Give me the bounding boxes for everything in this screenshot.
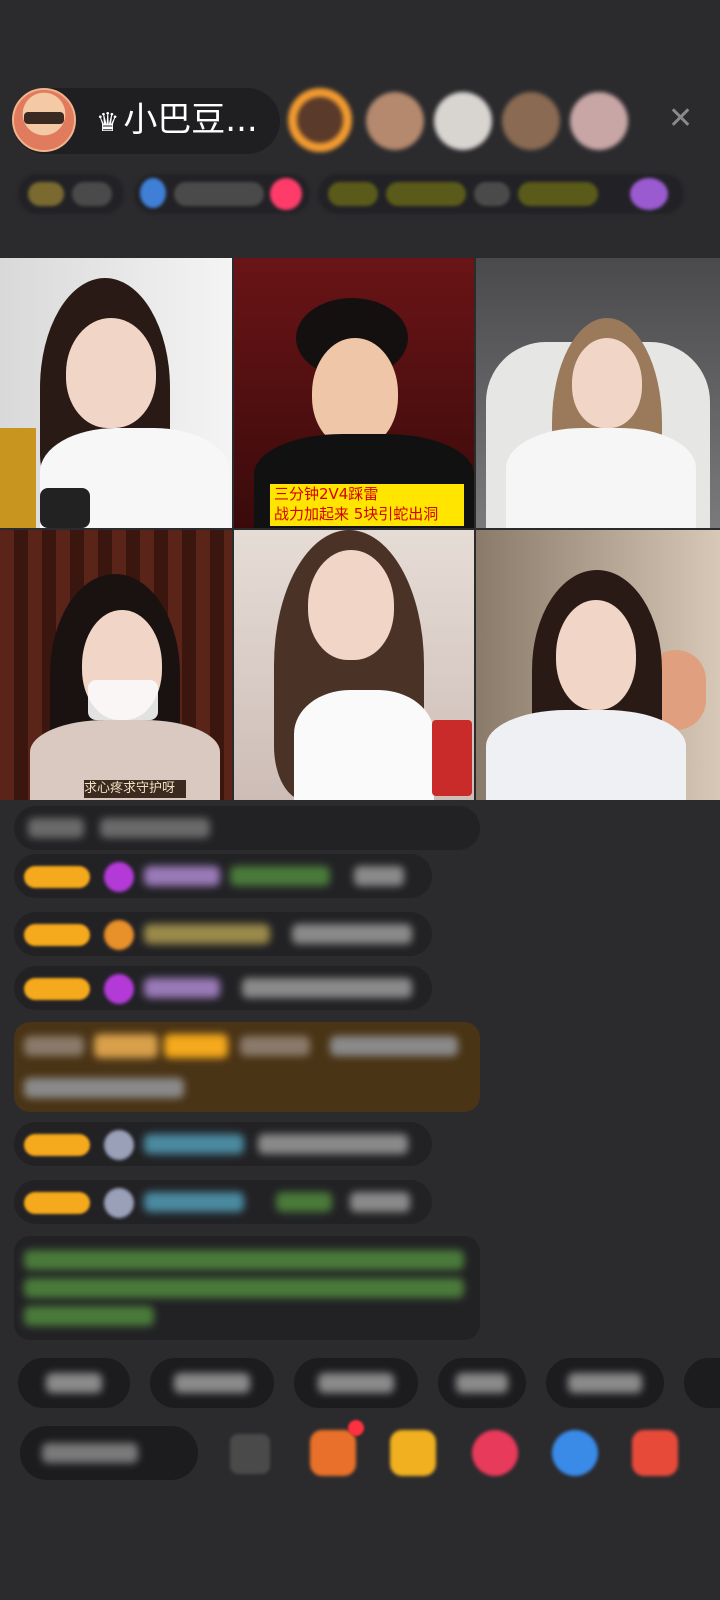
message-text [230, 866, 330, 886]
game-icon[interactable] [552, 1430, 598, 1476]
message-text [276, 1192, 332, 1212]
level-badge [24, 1192, 90, 1214]
avatar-icon [104, 1188, 134, 1218]
quick-reply-chip[interactable] [18, 1358, 130, 1408]
chat-highlight-message[interactable] [14, 1022, 480, 1112]
badge-icon [104, 920, 134, 950]
viewer-avatar-3[interactable] [434, 92, 492, 150]
level-badge [24, 1134, 90, 1156]
username [144, 1134, 244, 1154]
notification-dot [348, 1420, 364, 1436]
chip-icon [140, 178, 166, 208]
heart-gift-icon[interactable] [472, 1430, 518, 1476]
avatar-glasses-icon [24, 112, 64, 124]
level-badge [24, 924, 90, 946]
notice-text [24, 1278, 464, 1298]
quick-reply-chip[interactable] [438, 1358, 526, 1408]
diamond-icon [104, 974, 134, 1004]
chat-input-placeholder [42, 1443, 138, 1463]
close-icon[interactable]: ✕ [668, 104, 693, 134]
message-badge [94, 1034, 158, 1058]
gift-icon[interactable] [632, 1430, 678, 1476]
notice-text [24, 1250, 464, 1270]
message-text [28, 818, 84, 838]
gift-box-button-icon[interactable] [310, 1430, 356, 1476]
viewer-avatar-2[interactable] [366, 92, 424, 150]
chat-message[interactable] [14, 912, 432, 956]
viewer-avatar-4[interactable] [502, 92, 560, 150]
microphone-icon [40, 488, 90, 528]
viewer-avatar-1[interactable] [288, 88, 352, 152]
crown-icon: ♛ [96, 108, 120, 138]
viewer-avatar-5[interactable] [570, 92, 628, 150]
chip-heart-icon [270, 178, 302, 210]
caption-line-1: 三分钟2V4踩雷 [274, 485, 379, 503]
message-text [292, 924, 412, 944]
chat-message[interactable] [14, 806, 480, 850]
quick-reply-chip[interactable] [294, 1358, 418, 1408]
chat-message[interactable] [14, 1180, 432, 1224]
message-badge [164, 1034, 228, 1058]
chip-icon [28, 182, 64, 206]
chip-rank-3 [474, 182, 510, 206]
quick-reply-chip[interactable] [684, 1358, 720, 1408]
video-tile-1[interactable] [0, 258, 232, 528]
host-avatar[interactable] [12, 88, 76, 152]
chip-rank-1 [328, 182, 378, 206]
message-text [240, 1036, 310, 1056]
deity-sticker-icon [432, 720, 472, 796]
chat-message[interactable] [14, 1122, 432, 1166]
chat-message[interactable] [14, 854, 432, 898]
username [144, 1192, 244, 1212]
pk-caption: 三分钟2V4踩雷 战力加起来 5块引蛇出洞 [270, 484, 464, 526]
username [144, 978, 220, 998]
caption-line-2: 战力加起来 5块引蛇出洞 [274, 505, 439, 523]
message-text [258, 1134, 408, 1154]
chip-ranking[interactable] [318, 174, 684, 214]
chip-rank-4 [518, 182, 598, 206]
message-text [350, 1192, 410, 1212]
message-text [330, 1036, 458, 1056]
gift-box-icon [0, 428, 36, 528]
video-tile-5[interactable] [234, 530, 474, 800]
message-text [24, 1078, 184, 1098]
video-tile-4[interactable] [0, 530, 232, 800]
notice-text [24, 1306, 154, 1326]
chat-message[interactable] [14, 966, 432, 1010]
tile-caption: 求心疼求守护呀 [84, 780, 186, 798]
video-tile-6[interactable] [476, 530, 720, 800]
chat-input[interactable] [20, 1426, 198, 1480]
face-mask [88, 680, 158, 720]
chip-gift-icon [630, 178, 668, 210]
chip-text [174, 182, 264, 206]
message-text [24, 1036, 84, 1056]
info-chip-row[interactable] [18, 174, 124, 214]
chip-rank-2 [386, 182, 466, 206]
message-text [242, 978, 412, 998]
treasure-icon[interactable] [390, 1430, 436, 1476]
chip-text [72, 182, 112, 206]
quick-reply-chip[interactable] [150, 1358, 274, 1408]
username [144, 924, 270, 944]
system-notice [14, 1236, 480, 1340]
host-name[interactable]: ♛ 小巴豆... [96, 100, 258, 143]
message-text [100, 818, 210, 838]
avatar-icon [104, 1130, 134, 1160]
quick-reply-chip[interactable] [546, 1358, 664, 1408]
level-badge [24, 866, 90, 888]
video-tile-3[interactable] [476, 258, 720, 528]
diamond-icon [104, 862, 134, 892]
emoji-icon[interactable] [230, 1434, 270, 1474]
message-text [354, 866, 404, 886]
level-badge [24, 978, 90, 1000]
username [144, 866, 220, 886]
chip-fan-club[interactable] [134, 174, 310, 214]
